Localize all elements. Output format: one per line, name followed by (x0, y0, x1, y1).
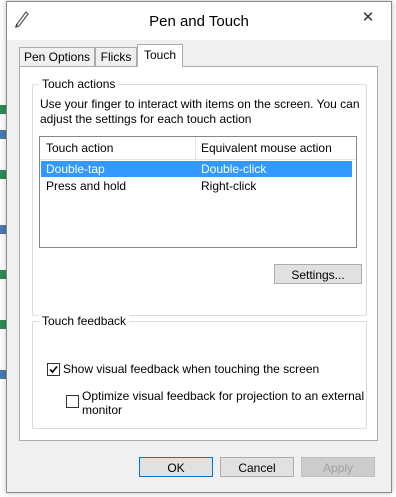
ok-button[interactable]: OK (139, 457, 213, 477)
apply-button[interactable]: Apply (301, 457, 375, 477)
list-item-double-tap[interactable]: Double-tap Double-click (41, 161, 352, 177)
touch-action-cell: Double-tap (46, 162, 105, 176)
cancel-button[interactable]: Cancel (220, 457, 294, 477)
optimize-feedback-checkbox[interactable] (66, 395, 79, 408)
pen-and-touch-dialog: Pen and Touch ✕ Pen Options Flicks Touch… (6, 1, 392, 493)
close-icon: ✕ (361, 9, 375, 26)
tab-touch[interactable]: Touch (137, 44, 183, 67)
touch-tab-panel: Touch actions Use your finger to interac… (19, 66, 378, 441)
show-visual-feedback-label[interactable]: Show visual feedback when touching the s… (63, 362, 319, 376)
optimize-feedback-label-line1[interactable]: Optimize visual feedback for projection … (82, 389, 364, 403)
mouse-action-cell: Double-click (201, 162, 267, 176)
tab-flicks[interactable]: Flicks (95, 47, 137, 66)
mouse-action-cell: Right-click (201, 179, 257, 193)
touch-action-cell: Press and hold (46, 179, 127, 193)
tab-pen-options[interactable]: Pen Options (19, 47, 95, 66)
column-header-touch-action[interactable]: Touch action (46, 141, 113, 155)
list-item-press-and-hold[interactable]: Press and hold Right-click (41, 178, 352, 194)
touch-actions-group-label: Touch actions (39, 77, 119, 91)
window-title: Pen and Touch (149, 13, 249, 30)
column-header-mouse-action[interactable]: Equivalent mouse action (201, 141, 332, 155)
title-bar[interactable]: Pen and Touch ✕ (7, 2, 391, 40)
show-visual-feedback-checkbox[interactable] (47, 363, 60, 376)
settings-button[interactable]: Settings... (274, 264, 362, 284)
list-header: Touch action Equivalent mouse action (40, 137, 356, 160)
checkmark-icon (49, 365, 58, 374)
touch-actions-list[interactable]: Touch action Equivalent mouse action Dou… (39, 136, 357, 248)
optimize-feedback-label-line2[interactable]: monitor (82, 403, 122, 417)
close-button[interactable]: ✕ (350, 3, 386, 31)
touch-feedback-group-label: Touch feedback (39, 314, 130, 328)
touch-actions-description: Use your finger to interact with items o… (40, 97, 360, 126)
column-separator[interactable] (195, 137, 196, 159)
